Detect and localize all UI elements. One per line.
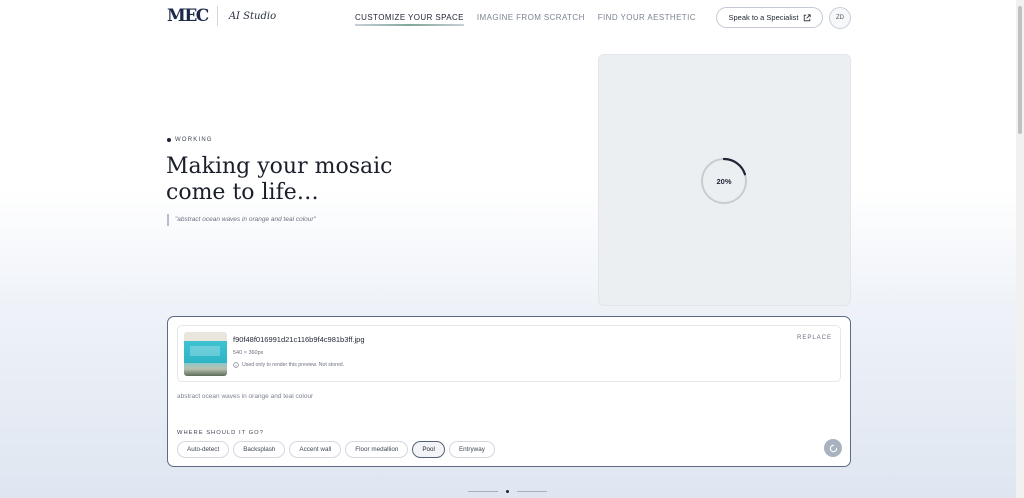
file-thumbnail [184,332,227,376]
scrollbar-thumb[interactable] [1018,6,1022,134]
scrollbar[interactable] [1016,0,1024,498]
chip-entryway[interactable]: Entryway [448,441,495,458]
page-indicator [468,490,547,493]
pager-line-right [517,491,547,492]
placement-options: Auto-detect Backsplash Accent wall Floor… [177,441,495,458]
loading-spinner-icon [829,444,837,452]
progress-ring: 20% [699,156,749,206]
chip-backsplash[interactable]: Backsplash [233,441,286,458]
chip-pool[interactable]: Pool [412,441,445,458]
pager-dot[interactable] [506,490,509,493]
tab-imagine-from-scratch[interactable]: IMAGINE FROM SCRATCH [477,13,585,26]
top-bar: MEC AI Studio CUSTOMIZE YOUR SPACE IMAGI… [0,0,1024,36]
page-title: Making your mosaic come to life… [166,154,393,205]
prompt-quote: "abstract ocean waves in orange and teal… [167,214,316,226]
progress-label: 20% [716,176,732,186]
specialist-button-label: Speak to a Specialist [728,13,799,22]
file-dimensions: 540 × 360px [233,350,264,356]
tab-customize-your-space[interactable]: CUSTOMIZE YOUR SPACE [355,13,464,26]
generate-button[interactable] [824,439,842,457]
info-icon [233,362,239,368]
pager-line-left [468,491,498,492]
file-name: f90f48f016991d21c116b9f4c981b3ff.jpg [233,335,365,344]
studio-label: AI Studio [228,10,277,22]
avatar[interactable]: ZD [829,7,851,29]
chip-floor-medallion[interactable]: Floor medallion [345,441,409,458]
composer-card: f90f48f016991d21c116b9f4c981b3ff.jpg 540… [167,316,851,467]
uploaded-file-card: f90f48f016991d21c116b9f4c981b3ff.jpg 540… [177,325,841,382]
chip-accent-wall[interactable]: Accent wall [289,441,342,458]
replace-button[interactable]: REPLACE [797,335,832,341]
file-note-text: Used only to render this preview. Not st… [242,362,345,368]
placement-label: WHERE SHOULD IT GO? [177,430,264,436]
main-nav: CUSTOMIZE YOUR SPACE IMAGINE FROM SCRATC… [355,13,696,26]
chip-auto-detect[interactable]: Auto-detect [177,441,230,458]
file-privacy-note: Used only to render this preview. Not st… [233,362,344,368]
prompt-input[interactable] [177,389,837,403]
speak-to-specialist-button[interactable]: Speak to a Specialist [716,7,823,28]
preview-panel: 20% [598,54,851,306]
status-text: WORKING [175,137,213,143]
brand-logo[interactable]: MEC AI Studio [167,6,276,26]
logo-mark: MEC [167,6,218,26]
status-dot-icon [167,138,171,142]
status-indicator: WORKING [167,137,213,143]
tab-find-your-aesthetic[interactable]: FIND YOUR AESTHETIC [598,13,696,26]
external-link-icon [803,13,811,21]
